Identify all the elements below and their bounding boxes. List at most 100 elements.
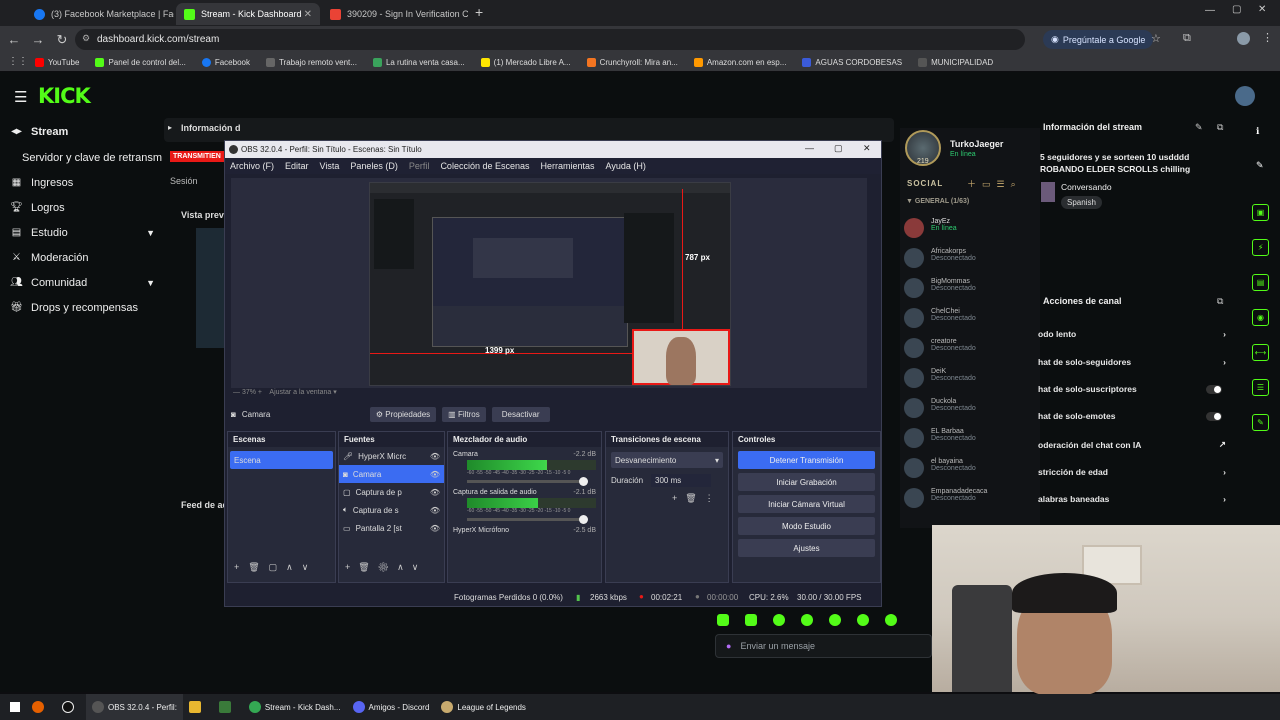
rail-list-icon[interactable]: ☰: [1252, 379, 1269, 396]
channel-action-emotes[interactable]: hat de solo-emotes: [1038, 411, 1238, 421]
duration-input[interactable]: 300 ms: [651, 474, 712, 487]
channel-action-slow-mode[interactable]: odo lento ›: [1038, 329, 1238, 339]
source-item[interactable]: 🔈︎ Captura de s 👁︎: [339, 501, 444, 519]
sidebar-item-server-key[interactable]: Servidor y clave de retransm: [22, 152, 162, 164]
camera-source-box[interactable]: [632, 329, 730, 385]
transition-toolbar[interactable]: +🗑⋮: [672, 493, 728, 504]
sidebar-item-moderacion[interactable]: ⚔ Moderación: [10, 252, 155, 264]
close-window-icon[interactable]: ✕: [1258, 4, 1266, 15]
virtual-camera-button[interactable]: Iniciar Cámara Virtual: [738, 495, 875, 513]
scene-item[interactable]: Escena: [230, 451, 333, 469]
disable-button[interactable]: Desactivar: [491, 406, 550, 422]
social-toolbar-icons[interactable]: ＋▭☰⌕: [967, 177, 1022, 190]
source-item[interactable]: ▢ Captura de p 👁︎: [339, 483, 444, 501]
info-icon[interactable]: ℹ: [1256, 126, 1259, 137]
bookmark-item[interactable]: Panel de control del...: [95, 57, 186, 67]
emote-icon[interactable]: [745, 614, 757, 626]
eye-icon[interactable]: 👁︎: [430, 506, 440, 515]
source-item[interactable]: ◙ Camara 👁︎: [339, 465, 444, 483]
menu-editar[interactable]: Editar: [285, 161, 309, 171]
menu-herramientas[interactable]: Herramientas: [541, 161, 595, 171]
emote-icon[interactable]: [773, 614, 785, 626]
studio-mode-button[interactable]: Modo Estudio: [738, 517, 875, 535]
properties-button[interactable]: ⚙ Propiedades: [369, 406, 437, 422]
obs-preview[interactable]: 787 px 1399 px — 37% + Ajustar a la vent…: [231, 178, 867, 396]
pencil-icon[interactable]: ✎: [1256, 160, 1264, 171]
rail-chat-icon[interactable]: ◉: [1252, 309, 1269, 326]
close-icon[interactable]: ✕: [304, 9, 312, 20]
maximize-icon[interactable]: ▢: [1232, 4, 1241, 15]
folder-icon[interactable]: [183, 694, 213, 720]
sidebar-item-stream[interactable]: ◂▸ Stream: [10, 126, 155, 138]
firefox-icon[interactable]: [26, 694, 56, 720]
edit-icon[interactable]: ✎: [1195, 122, 1203, 133]
bookmark-star-icon[interactable]: ☆: [1151, 32, 1161, 45]
taskbar-discord[interactable]: Amigos - Discord: [347, 694, 436, 720]
emote-icon[interactable]: [885, 614, 897, 626]
subscribers-toggle[interactable]: [1206, 384, 1222, 394]
kick-logo[interactable]: KICK: [38, 84, 91, 108]
scene-toolbar[interactable]: +🗑▢∧∨: [234, 562, 317, 573]
sidebar-item-comunidad[interactable]: 👥︎ Comunidad ▼: [10, 277, 155, 289]
friend-item[interactable]: el bayaina Desconectado: [904, 458, 976, 478]
eye-icon[interactable]: 👁︎: [430, 452, 440, 461]
source-item[interactable]: ▭ Pantalla 2 [st 👁︎: [339, 519, 444, 537]
url-field[interactable]: ⚙ dashboard.kick.com/stream: [75, 29, 1025, 50]
eye-icon[interactable]: 👁︎: [430, 524, 440, 533]
sidebar-item-logros[interactable]: 🏆︎ Logros: [10, 202, 155, 214]
bookmark-item[interactable]: MUNICIPALIDAD: [918, 57, 993, 67]
transition-select[interactable]: Desvanecimiento ▾: [611, 452, 723, 468]
taskbar-chrome[interactable]: Stream - Kick Dash...: [243, 694, 347, 720]
friend-item[interactable]: Empanadadecaca Desconectado: [904, 488, 987, 508]
volume-slider[interactable]: [467, 515, 588, 524]
menu-icon[interactable]: ⋮: [1262, 31, 1273, 44]
apps-icon[interactable]: ⋮⋮: [8, 56, 28, 67]
rail-doc-icon[interactable]: ▤: [1252, 274, 1269, 291]
sidebar-item-ingresos[interactable]: ▦ Ingresos: [10, 177, 155, 189]
forward-icon[interactable]: →: [26, 32, 50, 47]
bookmark-item[interactable]: Crunchyroll: Mira an...: [586, 57, 678, 67]
bookmark-item[interactable]: Amazon.com en esp...: [693, 57, 786, 67]
channel-action-ai-moderation[interactable]: oderación del chat con IA ↗: [1038, 439, 1238, 450]
rail-bolt-icon[interactable]: ⚡︎: [1252, 239, 1269, 256]
popout-icon[interactable]: ⧉: [1217, 122, 1223, 133]
friend-item[interactable]: DeiK Desconectado: [904, 368, 976, 388]
minimize-icon[interactable]: —: [805, 143, 814, 153]
tab-kick[interactable]: Stream - Kick Dashboard ✕: [176, 3, 320, 25]
emote-icon[interactable]: [801, 614, 813, 626]
bookmark-item[interactable]: YouTube: [35, 57, 79, 67]
menu-archivo[interactable]: Archivo (F): [230, 161, 274, 171]
sidebar-item-estudio[interactable]: ▤ Estudio ▼: [10, 227, 155, 239]
friend-item[interactable]: ChelChei Desconectado: [904, 308, 976, 328]
friend-item[interactable]: Africakorps Desconectado: [904, 248, 976, 268]
channel-action-followers[interactable]: hat de solo-seguidores ›: [1038, 357, 1238, 367]
channel-action-age[interactable]: stricción de edad ›: [1038, 467, 1238, 477]
bookmark-item[interactable]: AGUAS CORDOBESAS: [802, 57, 902, 67]
taskbar-lol[interactable]: League of Legends: [435, 694, 532, 720]
back-icon[interactable]: ←: [2, 32, 26, 47]
app-icon[interactable]: [213, 694, 243, 720]
friend-item[interactable]: EL Barbaa Desconectado: [904, 428, 976, 448]
emote-icon[interactable]: [829, 614, 841, 626]
zoom-controls[interactable]: — 37% + Ajustar a la ventana ▾: [233, 388, 337, 396]
eye-icon[interactable]: 👁︎: [430, 488, 440, 497]
rail-code-icon[interactable]: ⟷: [1252, 344, 1269, 361]
mic-icon[interactable]: ●: [726, 641, 731, 651]
eye-icon[interactable]: 👁︎: [430, 470, 440, 479]
user-avatar[interactable]: [1235, 86, 1255, 106]
start-recording-button[interactable]: Iniciar Grabación: [738, 473, 875, 491]
hamburger-icon[interactable]: ☰: [14, 88, 27, 106]
emote-icon[interactable]: [857, 614, 869, 626]
tab-gmail[interactable]: 390209 - Sign In Verification Co✕: [322, 3, 468, 25]
taskbar-obs[interactable]: OBS 32.0.4 - Perfil:: [86, 694, 183, 720]
source-toolbar[interactable]: +🗑⚙∧∨: [345, 562, 426, 573]
menu-ayuda[interactable]: Ayuda (H): [606, 161, 646, 171]
menu-vista[interactable]: Vista: [320, 161, 340, 171]
friend-item[interactable]: Duckola Desconectado: [904, 398, 976, 418]
profile-avatar[interactable]: [1237, 32, 1250, 45]
rail-camera-icon[interactable]: ▣: [1252, 204, 1269, 221]
emotes-toggle[interactable]: [1206, 411, 1222, 421]
menu-paneles[interactable]: Paneles (D): [350, 161, 398, 171]
close-icon[interactable]: ✕: [863, 143, 871, 154]
friend-item[interactable]: creatore Desconectado: [904, 338, 976, 358]
